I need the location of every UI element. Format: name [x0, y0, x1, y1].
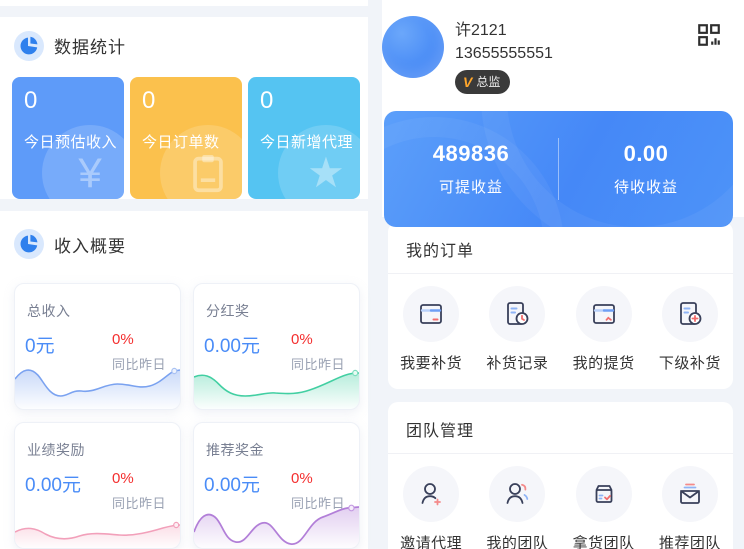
scan-stats-icon[interactable]	[696, 22, 722, 48]
menu-item-label: 我的提货	[572, 355, 635, 372]
balance-card: 489836 可提收益 0.00 待收收益	[384, 111, 733, 227]
profile-info: 许2121 13655555551 V 总监	[455, 16, 553, 94]
doc-plus-icon	[661, 286, 718, 342]
person-plus-icon	[403, 466, 460, 522]
income-section-header: 收入概要	[0, 229, 368, 259]
doc-clock-icon	[489, 286, 546, 342]
income-card-percent: 0%	[111, 470, 134, 487]
menu-item-my-team[interactable]: 我的团队	[474, 466, 560, 549]
income-card-title: 分红奖	[206, 303, 250, 319]
sparkline-chart	[194, 504, 359, 548]
sparkline-chart	[15, 367, 180, 409]
stat-value: 0	[24, 86, 38, 114]
pending-value: 0.00	[623, 141, 669, 166]
pending-label: 待收收益	[613, 179, 678, 196]
right-column: 许2121 13655555551 V 总监 489836 可提收益 0.00 …	[368, 0, 744, 549]
level-badge: V 总监	[455, 70, 511, 94]
income-card-dividend: 分红奖 0.00元 0% 同比昨日	[193, 283, 360, 410]
user-phone: 13655555551	[455, 45, 553, 62]
menu-item-label: 我要补货	[400, 355, 463, 372]
income-card-value: 0.00元	[204, 336, 260, 357]
user-name: 许2121	[455, 22, 507, 39]
profile-header: 许2121 13655555551 V 总监	[382, 0, 744, 94]
doc-mark-icon	[575, 286, 632, 342]
menu-item-restock[interactable]: 我要补货	[388, 286, 474, 373]
income-card-percent: 0%	[290, 470, 313, 487]
stat-card-today-orders: 0 今日订单数	[130, 76, 242, 199]
stats-section-header: 数据统计	[0, 30, 368, 61]
income-card-value: 0.00元	[25, 475, 81, 496]
avatar[interactable]	[382, 16, 444, 78]
badge-v-mark: V	[463, 73, 473, 90]
menu-item-label: 邀请代理	[400, 535, 463, 549]
income-card-value: 0元	[25, 336, 55, 357]
stats-panel: 数据统计 0 今日预估收入 ¥ 0 今日订单数 0 今日新增代理 ★	[0, 16, 368, 199]
menu-item-invite-agent[interactable]: 邀请代理	[388, 466, 474, 549]
orders-card-title: 我的订单	[388, 222, 733, 274]
doc-line-icon	[403, 286, 460, 342]
menu-item-label: 拿货团队	[572, 535, 635, 549]
team-card: 团队管理 邀请代理 我的团队 拿货团队 推荐团队	[388, 402, 733, 549]
income-card-title: 业绩奖励	[27, 442, 85, 458]
dashboard-page: 数据统计 0 今日预估收入 ¥ 0 今日订单数 0 今日新增代理 ★ 收入概要 …	[0, 0, 744, 549]
stat-card-estimated-income: 0 今日预估收入 ¥	[12, 76, 124, 199]
orders-card: 我的订单 我要补货 补货记录 我的提货 下级补货	[388, 222, 733, 389]
income-cards-grid: 总收入 0元 0% 同比昨日 分红奖 0.00元 0% 同比昨日 业绩奖励 0.…	[0, 259, 368, 549]
person-group-icon	[489, 466, 546, 522]
pending-earnings[interactable]: 0.00 待收收益	[559, 141, 733, 197]
pie-chart-icon	[14, 229, 44, 259]
badge-label: 总监	[476, 75, 501, 89]
profile-panel: 许2121 13655555551 V 总监 489836 可提收益 0.00 …	[382, 0, 744, 227]
stat-value: 0	[260, 86, 274, 114]
orders-grid: 我要补货 补货记录 我的提货 下级补货	[388, 274, 733, 389]
income-card-value: 0.00元	[204, 475, 260, 496]
team-grid: 邀请代理 我的团队 拿货团队 推荐团队	[388, 454, 733, 549]
menu-item-subordinate-restock[interactable]: 下级补货	[647, 286, 733, 373]
withdrawable-value: 489836	[432, 141, 510, 166]
box-check-icon	[575, 466, 632, 522]
income-card-title: 推荐奖金	[206, 442, 264, 458]
menu-item-label: 我的团队	[486, 535, 549, 549]
income-card-percent: 0%	[290, 331, 313, 348]
menu-item-label: 下级补货	[658, 355, 721, 372]
income-card-percent: 0%	[111, 331, 134, 348]
stat-card-new-agents: 0 今日新增代理 ★	[248, 76, 360, 199]
menu-item-restock-history[interactable]: 补货记录	[474, 286, 560, 373]
sparkline-chart	[194, 369, 359, 409]
income-card-performance: 业绩奖励 0.00元 0% 同比昨日	[14, 422, 181, 549]
menu-item-label: 补货记录	[486, 355, 549, 372]
menu-item-pickup[interactable]: 我的提货	[561, 286, 647, 373]
income-card-total: 总收入 0元 0% 同比昨日	[14, 283, 181, 410]
stat-value: 0	[142, 86, 156, 114]
sparkline-chart	[15, 521, 180, 548]
stats-section-title: 数据统计	[54, 38, 126, 58]
menu-item-purchase-team[interactable]: 拿货团队	[561, 466, 647, 549]
income-section-title: 收入概要	[54, 236, 126, 256]
withdrawable-label: 可提收益	[438, 179, 503, 196]
income-card-referral: 推荐奖金 0.00元 0% 同比昨日	[193, 422, 360, 549]
left-column: 数据统计 0 今日预估收入 ¥ 0 今日订单数 0 今日新增代理 ★ 收入概要 …	[0, 0, 368, 549]
menu-item-referral-team[interactable]: 推荐团队	[647, 466, 733, 549]
pie-chart-icon	[14, 30, 44, 61]
stat-cards-row: 0 今日预估收入 ¥ 0 今日订单数 0 今日新增代理 ★	[0, 61, 368, 199]
income-card-title: 总收入	[27, 303, 71, 319]
withdrawable-earnings[interactable]: 489836 可提收益	[384, 141, 558, 197]
income-panel: 收入概要 总收入 0元 0% 同比昨日 分红奖 0.00元 0% 同比昨日 业绩…	[0, 211, 368, 549]
menu-item-label: 推荐团队	[658, 535, 721, 549]
team-card-title: 团队管理	[388, 402, 733, 454]
mail-icon	[661, 466, 718, 522]
